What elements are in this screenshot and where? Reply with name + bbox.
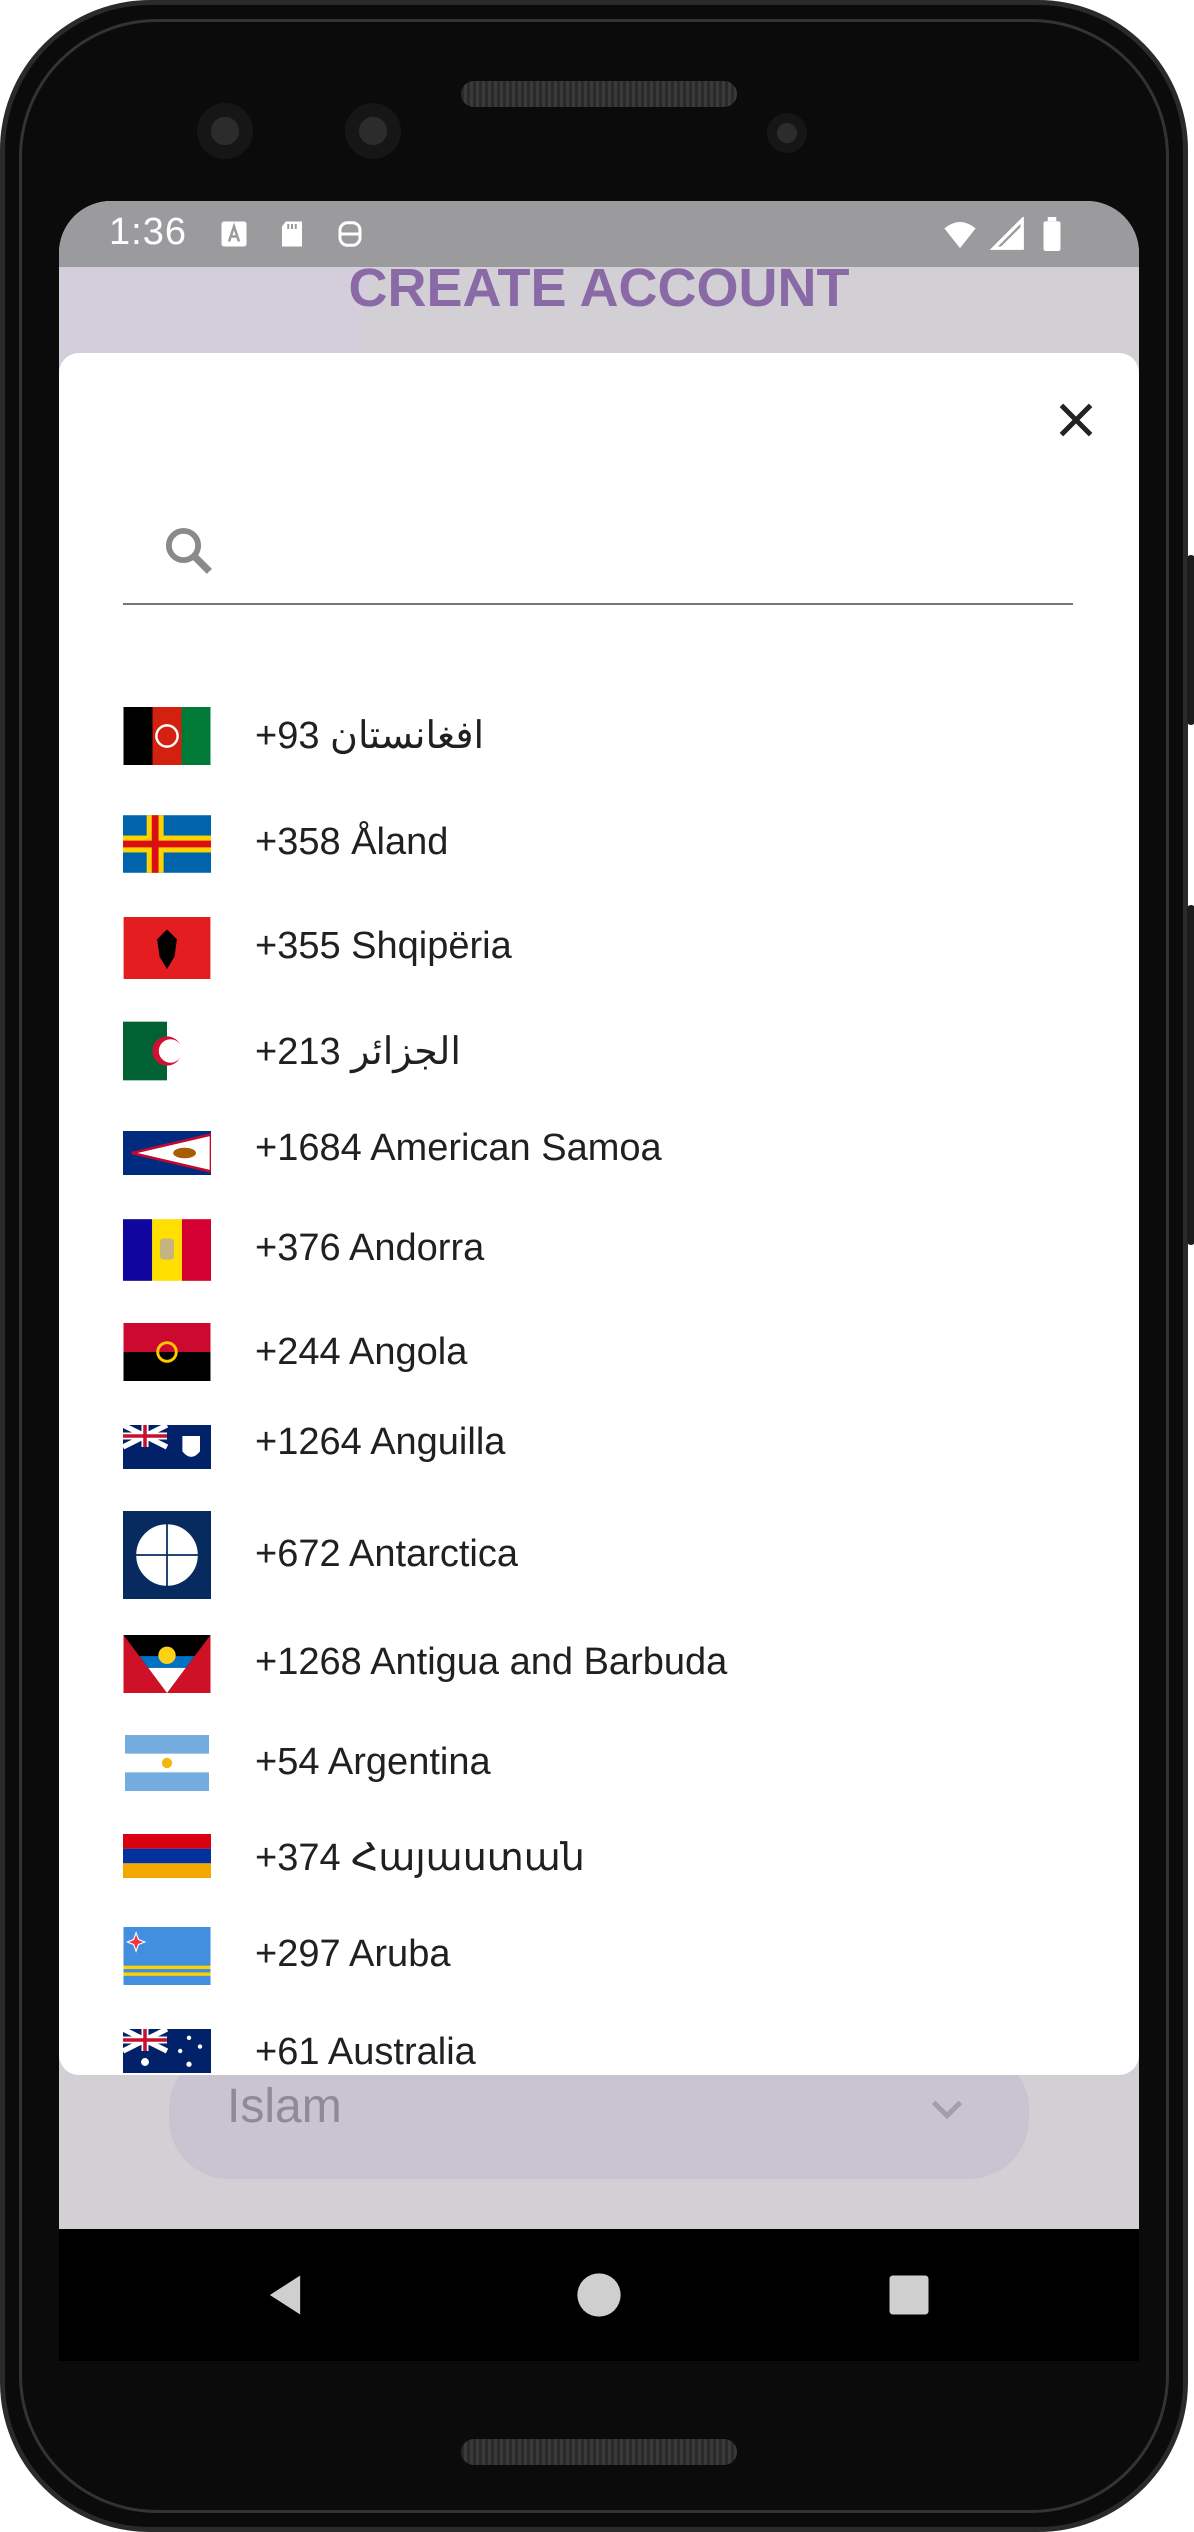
- australia-flag-icon: [123, 2029, 211, 2073]
- country-label: +244 Angola: [255, 1331, 468, 1373]
- country-item-antigua-and-barbuda[interactable]: +1268 Antigua and Barbuda: [123, 1627, 1073, 1707]
- country-label: +355 Shqipëria: [255, 925, 512, 967]
- country-item-aland[interactable]: +358 Åland: [123, 803, 1073, 883]
- albania-flag-icon: [123, 917, 211, 979]
- country-picker-dialog: +93 افغانستان +358 Åland +355 Shqipëria …: [59, 353, 1139, 2075]
- country-label: +297 Aruba: [255, 1933, 451, 1975]
- proximity-sensor: [767, 113, 807, 153]
- keyboard-notification-icon: [221, 221, 247, 247]
- country-item-algeria[interactable]: +213 الجزائر: [123, 1011, 1073, 1091]
- navigation-bar: [59, 2229, 1139, 2361]
- search-icon: [165, 527, 212, 574]
- country-item-australia[interactable]: +61 Australia: [123, 2021, 1073, 2075]
- armenia-flag-icon: [123, 1834, 211, 1878]
- antigua-flag-icon: [123, 1635, 211, 1693]
- recents-icon[interactable]: [883, 2269, 935, 2321]
- back-icon[interactable]: [259, 2269, 311, 2321]
- status-bar: 1:36: [59, 201, 1139, 267]
- volume-button: [1187, 905, 1194, 1245]
- drive-icon: [338, 221, 362, 247]
- algeria-flag-icon: [123, 1021, 211, 1081]
- country-label: +54 Argentina: [255, 1741, 491, 1783]
- angola-flag-icon: [123, 1323, 211, 1381]
- country-label: +672 Antarctica: [255, 1533, 519, 1575]
- argentina-flag-icon: [125, 1735, 209, 1791]
- american-samoa-flag-icon: [123, 1131, 211, 1175]
- country-item-anguilla[interactable]: +1264 Anguilla: [123, 1411, 1073, 1491]
- country-item-argentina[interactable]: +54 Argentina: [123, 1727, 1073, 1807]
- antarctica-flag-icon: [123, 1511, 211, 1599]
- country-item-armenia[interactable]: +374 Հայաստան: [123, 1823, 1073, 1903]
- search-field[interactable]: [123, 503, 1073, 605]
- status-time: 1:36: [109, 211, 187, 253]
- battery-icon: [1043, 217, 1061, 251]
- country-item-american-samoa[interactable]: +1684 American Samoa: [123, 1117, 1073, 1197]
- country-label: +1684 American Samoa: [255, 1127, 662, 1169]
- wifi-icon: [944, 221, 976, 249]
- aland-flag-icon: [123, 815, 211, 873]
- country-label: +1264 Anguilla: [255, 1421, 506, 1463]
- home-icon[interactable]: [573, 2269, 625, 2321]
- signal-icon: [989, 217, 1024, 250]
- country-label: +93 افغانستان: [255, 715, 485, 757]
- andorra-flag-icon: [123, 1219, 211, 1281]
- aruba-flag-icon: [123, 1927, 211, 1985]
- country-item-afghanistan[interactable]: +93 افغانستان: [123, 695, 1073, 775]
- country-item-aruba[interactable]: +297 Aruba: [123, 1919, 1073, 1999]
- phone-frame: CREATE ACCOUNT Islam 1:36 +93 افغانستان: [0, 0, 1194, 2532]
- country-label: +1268 Antigua and Barbuda: [255, 1641, 728, 1683]
- sd-card-icon: [282, 221, 302, 247]
- close-icon[interactable]: [1051, 395, 1101, 445]
- religion-value: Islam: [227, 2080, 342, 2133]
- top-speaker: [461, 81, 737, 107]
- front-camera-right: [345, 103, 401, 159]
- country-item-albania[interactable]: +355 Shqipëria: [123, 907, 1073, 987]
- front-camera-left: [197, 103, 253, 159]
- country-label: +213 الجزائر: [255, 1031, 461, 1073]
- country-label: +374 Հայաստան: [255, 1837, 585, 1879]
- country-label: +358 Åland: [255, 821, 449, 863]
- country-item-andorra[interactable]: +376 Andorra: [123, 1209, 1073, 1289]
- country-item-antarctica[interactable]: +672 Antarctica: [123, 1511, 1073, 1599]
- anguilla-flag-icon: [123, 1425, 211, 1469]
- screen: CREATE ACCOUNT Islam 1:36 +93 افغانستان: [59, 201, 1139, 2361]
- chevron-down-icon: [931, 2100, 963, 2120]
- country-label: +376 Andorra: [255, 1227, 485, 1269]
- power-button: [1187, 555, 1194, 725]
- search-input[interactable]: [233, 519, 1057, 581]
- afghanistan-flag-icon: [123, 707, 211, 765]
- bottom-speaker: [461, 2439, 737, 2465]
- country-label: +61 Australia: [255, 2031, 476, 2073]
- country-item-angola[interactable]: +244 Angola: [123, 1313, 1073, 1393]
